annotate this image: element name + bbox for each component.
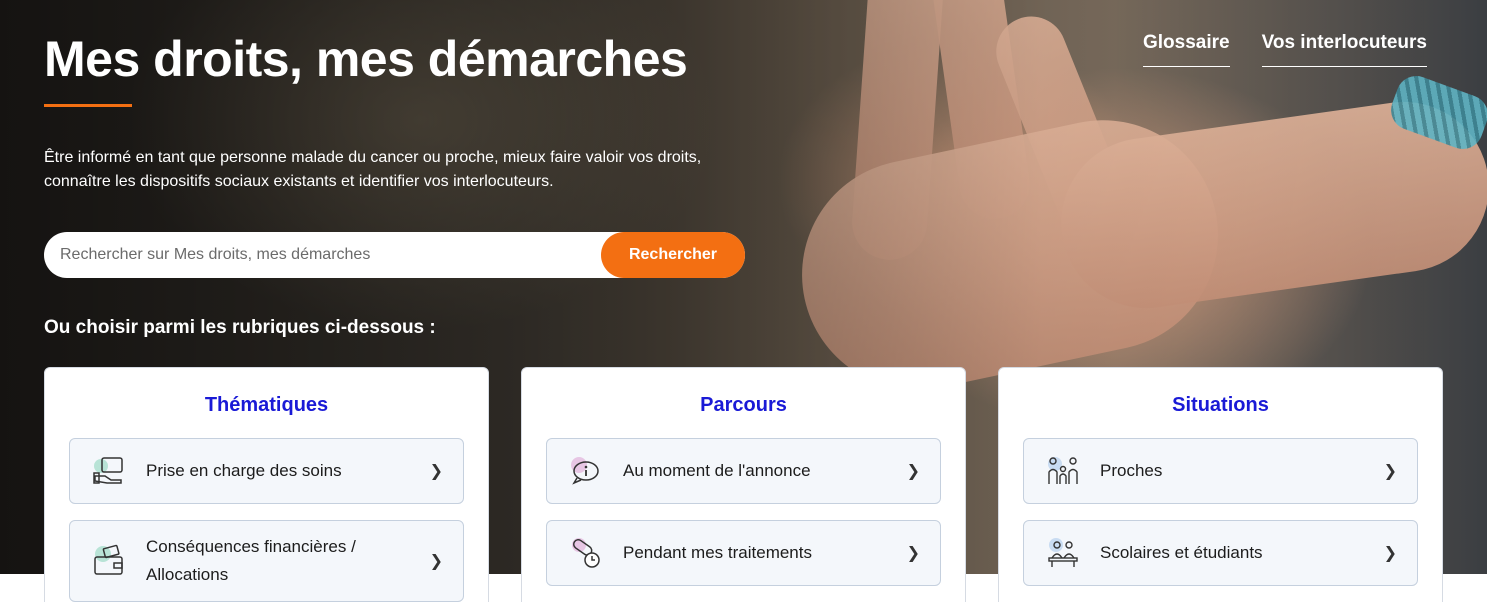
intro-text: Être informé en tant que personne malade…	[44, 149, 702, 190]
card-title: Thématiques	[204, 394, 329, 416]
card-title: Situations	[1172, 394, 1269, 416]
search-input[interactable]	[44, 232, 601, 278]
chevron-right-icon: ❯	[906, 545, 920, 562]
search-button[interactable]: Rechercher	[601, 232, 745, 278]
students-icon	[1046, 536, 1080, 570]
nav-link-interlocuteurs[interactable]: Vos interlocuteurs	[1261, 32, 1427, 67]
page-title: Mes droits, mes démarches	[44, 31, 688, 87]
list-item-proches[interactable]: Proches ❯	[1023, 438, 1418, 504]
list-item-annonce[interactable]: Au moment de l'annonce ❯	[546, 438, 941, 504]
item-label: Au moment de l'annonce	[623, 461, 811, 480]
card-parcours: Parcours Au moment de l'annonce ❯ Pendan…	[521, 367, 966, 602]
card-situations: Situations Proches ❯ Scolaires et étudia…	[998, 367, 1443, 602]
care-payment-icon	[92, 454, 126, 488]
search-form: Rechercher	[44, 232, 745, 278]
card-title: Parcours	[700, 394, 787, 416]
card-thematiques: Thématiques Prise en charge des soins ❯ …	[44, 367, 489, 602]
list-item-prise-en-charge[interactable]: Prise en charge des soins ❯	[69, 438, 464, 504]
chevron-right-icon: ❯	[429, 463, 443, 480]
info-bubble-icon	[569, 454, 603, 488]
item-label: Proches	[1100, 461, 1163, 480]
list-item-traitements[interactable]: Pendant mes traitements ❯	[546, 520, 941, 586]
list-item-scolaires[interactable]: Scolaires et étudiants ❯	[1023, 520, 1418, 586]
pill-clock-icon	[569, 536, 603, 570]
choose-heading: Ou choisir parmi les rubriques ci-dessou…	[44, 317, 436, 338]
wallet-icon	[92, 544, 126, 578]
top-nav: Glossaire Vos interlocuteurs	[1142, 32, 1427, 67]
nav-link-glossaire[interactable]: Glossaire	[1142, 32, 1230, 67]
item-label: Scolaires et étudiants	[1100, 543, 1263, 562]
chevron-right-icon: ❯	[1383, 463, 1397, 480]
list-item-consequences-financieres[interactable]: Conséquences financières / Allocations ❯	[69, 520, 464, 602]
family-icon	[1046, 454, 1080, 488]
chevron-right-icon: ❯	[906, 463, 920, 480]
item-label: Conséquences financières / Allocations	[146, 537, 356, 584]
item-label: Pendant mes traitements	[623, 543, 812, 562]
chevron-right-icon: ❯	[1383, 545, 1397, 562]
chevron-right-icon: ❯	[429, 553, 443, 570]
title-underline	[44, 104, 132, 107]
item-label: Prise en charge des soins	[146, 461, 342, 480]
